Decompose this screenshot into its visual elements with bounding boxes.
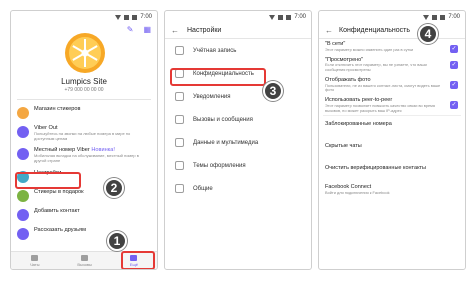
qr-icon[interactable]: ▦: [143, 25, 151, 34]
more-highlight: [121, 251, 155, 269]
nav-calls[interactable]: Вызовы: [77, 254, 92, 267]
step-badge-2: 2: [104, 178, 124, 198]
step-badge-1: 1: [107, 231, 127, 251]
back-arrow-icon[interactable]: ←: [171, 26, 179, 35]
clock: 7:00: [448, 14, 460, 20]
profile-header: ✎ ▦ Lumpics Site +79 000 00 00 00: [11, 23, 157, 95]
add-contact-icon: [17, 208, 29, 221]
settings-titlebar: ← Настройки: [165, 23, 311, 39]
wifi-icon: [269, 14, 276, 20]
viber-out-icon: [17, 126, 29, 138]
phone-icon: [175, 115, 184, 124]
checkbox[interactable]: ✓: [450, 80, 458, 89]
settings-highlight: [15, 172, 81, 189]
chat-icon: [31, 254, 39, 261]
privacy-online-status[interactable]: "В сети" Этот параметр можно изменить од…: [319, 39, 465, 55]
signal-icon: [278, 14, 284, 20]
checkbox[interactable]: ✓: [450, 45, 458, 53]
settings-item-calls-messages[interactable]: Вызовы и сообщения: [165, 108, 311, 131]
palette-icon: [175, 161, 184, 170]
menu-item-local-number[interactable]: Местный номер Viber Новинка! Мобильная в…: [11, 144, 157, 166]
wifi-icon: [115, 14, 122, 20]
checkbox[interactable]: ✓: [450, 101, 458, 110]
share-icon: [17, 227, 29, 240]
battery-icon: [286, 14, 292, 20]
settings-menu: Учётная запись Конфиденциальность Уведом…: [165, 39, 311, 200]
profile-phone: +79 000 00 00 00: [64, 87, 104, 93]
settings-item-general[interactable]: Общие: [165, 177, 311, 200]
menu-item-viber-out[interactable]: Viber Out Пользуйтесь на звонки на любые…: [11, 122, 157, 144]
edit-icon[interactable]: ✎: [127, 25, 134, 34]
gift-icon: [17, 189, 29, 202]
privacy-show-photo[interactable]: Отображать фото Пользователи, не из ваше…: [319, 75, 465, 95]
signal-icon: [432, 14, 438, 20]
status-bar: 7:00: [11, 11, 157, 23]
menu-item-add-contact[interactable]: Добавить контакт: [11, 205, 157, 224]
divider: [17, 99, 151, 100]
phone-privacy: 7:00 ← Конфиденциальность "В сети" Этот …: [318, 10, 466, 270]
clock: 7:00: [140, 14, 152, 20]
phone-main-menu: 7:00 ✎ ▦ Lumpics Site +79 000 00 00 00 М…: [10, 10, 158, 270]
privacy-clear-trusted[interactable]: Очистить верифицированные контакты: [319, 160, 465, 182]
menu-item-sticker-market[interactable]: Магазин стикеров: [11, 103, 157, 122]
privacy-peer-to-peer[interactable]: Использовать peer-to-peer Этот параметр …: [319, 95, 465, 115]
gear-icon: [175, 184, 184, 193]
step-badge-4: 4: [418, 24, 438, 44]
settings-item-media[interactable]: Данные и мультимедиа: [165, 131, 311, 154]
wifi-icon: [423, 14, 430, 20]
menu-item-tell-friends[interactable]: Рассказать друзьям: [11, 224, 157, 243]
page-title: Конфиденциальность: [339, 27, 411, 34]
privacy-blocked-numbers[interactable]: Заблокированные номера: [319, 116, 465, 138]
phone-settings: 7:00 ← Настройки Учётная запись Конфиден…: [164, 10, 312, 270]
privacy-options: "В сети" Этот параметр можно изменить од…: [319, 39, 465, 198]
sticker-icon: [17, 107, 29, 119]
back-arrow-icon[interactable]: ←: [325, 26, 333, 35]
privacy-facebook-connect[interactable]: Facebook Connect Войти для подключения к…: [319, 182, 465, 198]
clock: 7:00: [294, 14, 306, 20]
status-bar: 7:00: [165, 11, 311, 23]
step-badge-3: 3: [263, 81, 283, 101]
profile-name: Lumpics Site: [61, 77, 107, 86]
settings-item-themes[interactable]: Темы оформления: [165, 154, 311, 177]
signal-icon: [124, 14, 130, 20]
local-number-icon: [17, 148, 29, 161]
media-icon: [175, 138, 184, 147]
avatar[interactable]: [65, 33, 105, 73]
privacy-hidden-chats[interactable]: Скрытые чаты: [319, 138, 465, 160]
phone-icon: [81, 254, 89, 261]
page-title: Настройки: [187, 27, 222, 34]
status-bar: 7:00: [319, 11, 465, 23]
privacy-titlebar: ← Конфиденциальность: [319, 23, 465, 39]
nav-chats[interactable]: Чаты: [30, 254, 39, 267]
privacy-highlight: [170, 68, 266, 86]
privacy-seen[interactable]: "Просмотрено" Если отключить этот параме…: [319, 55, 465, 75]
battery-icon: [440, 14, 446, 20]
settings-item-account[interactable]: Учётная запись: [165, 39, 311, 62]
checkbox[interactable]: ✓: [450, 60, 458, 69]
settings-item-notifications[interactable]: Уведомления: [165, 85, 311, 108]
key-icon: [175, 46, 184, 55]
battery-icon: [132, 14, 138, 20]
bell-icon: [175, 92, 184, 101]
